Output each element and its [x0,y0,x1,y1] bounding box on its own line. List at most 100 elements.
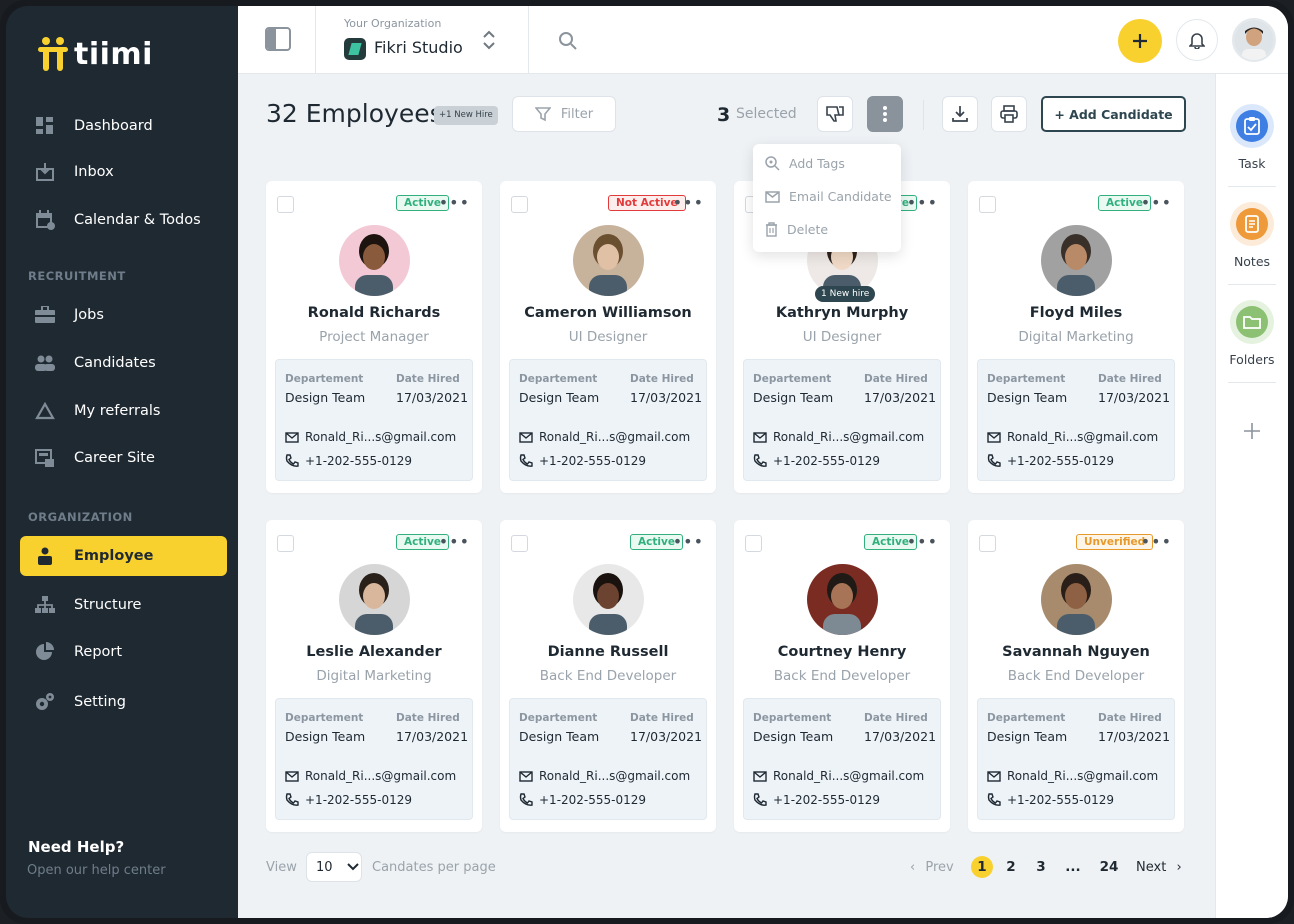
employee-name: Cameron Williamson [524,305,692,321]
mail-icon [519,431,533,443]
date-hired-label: Date Hired [396,373,460,385]
page-3[interactable]: 3 [1030,856,1052,878]
folder-icon [1236,306,1268,338]
page-24[interactable]: 24 [1098,856,1120,878]
menu-item-label: Add Tags [789,156,845,171]
divider [1228,186,1276,187]
trash-icon [766,222,777,237]
page-2[interactable]: 2 [1000,856,1022,878]
select-checkbox[interactable] [745,535,762,552]
phone-value: +1-202-555-0129 [539,793,647,807]
menu-item-email-candidate[interactable]: Email Candidate [765,189,892,204]
chevron-up-down-icon[interactable] [481,30,497,50]
card-more-icon[interactable]: ••• [673,532,704,551]
rail-label: Folders [1229,352,1275,367]
add-candidate-button[interactable]: + Add Candidate [1041,96,1186,132]
employee-card[interactable]: Active ••• Leslie Alexander Digital Marketi… [266,520,482,832]
sidebar-item-inbox[interactable]: Inbox [20,152,227,192]
department-value: Design Team [987,729,1068,744]
employee-name: Ronald Richards [307,305,441,321]
date-hired-value: 17/03/2021 [396,390,469,405]
sidebar-item-jobs[interactable]: Jobs [20,295,227,335]
help-center-link[interactable]: Open our help center [27,863,166,878]
phone-value: +1-202-555-0129 [539,454,647,468]
sidebar-item-dashboard[interactable]: Dashboard [20,106,227,146]
selected-label: Selected [736,106,797,122]
phone-row[interactable]: +1-202-555-0129 [285,793,412,807]
employee-info: Departement Date Hired Design Team 17/03/20… [743,698,941,820]
employee-card[interactable]: Unverified ••• Savannah Nguyen Back End Dev… [968,520,1184,832]
menu-item-delete[interactable]: Delete [765,222,828,237]
search-icon[interactable] [558,31,578,51]
phone-row[interactable]: +1-202-555-0129 [987,793,1114,807]
email-row[interactable]: Ronald_Ri...s@gmail.com [519,769,690,783]
rail-folders[interactable]: Folders [1216,300,1288,367]
email-row[interactable]: Ronald_Ri...s@gmail.com [285,430,456,444]
notification-button[interactable] [1176,19,1218,61]
date-hired-label: Date Hired [630,712,694,724]
sidebar-item-structure[interactable]: Structure [20,585,227,625]
sidebar-item-referrals[interactable]: My referrals [20,391,227,431]
card-more-icon[interactable]: ••• [439,532,470,551]
phone-row[interactable]: +1-202-555-0129 [285,454,412,468]
employee-card[interactable]: Active ••• Floyd Miles Digital Marketing Dep… [968,181,1184,493]
employee-card[interactable]: Active ••• Courtney Henry Back End Develope… [734,520,950,832]
sidebar-toggle-icon[interactable] [265,27,291,51]
select-checkbox[interactable] [511,535,528,552]
per-page-select[interactable]: 10 [306,852,362,882]
employee-card[interactable]: Active ••• Dianne Russell Back End Develope… [500,520,716,832]
org-name[interactable]: Fikri Studio [374,38,463,57]
user-avatar[interactable] [1232,18,1276,62]
prev-page-button[interactable]: ‹ Prev [910,860,954,875]
card-more-icon[interactable]: ••• [1141,193,1172,212]
department-value: Design Team [519,729,600,744]
phone-row[interactable]: +1-202-555-0129 [987,454,1114,468]
sidebar-item-employee[interactable]: Employee [20,536,227,576]
next-page-button[interactable]: Next › [1136,860,1182,875]
select-checkbox[interactable] [511,196,528,213]
employee-card[interactable]: Not Active ••• Cameron Williamson UI Design… [500,181,716,493]
rail-notes[interactable]: Notes [1216,202,1288,269]
sidebar-item-calendar[interactable]: Calendar & Todos [20,200,227,240]
more-actions-button[interactable] [867,96,903,132]
card-more-icon[interactable]: ••• [907,532,938,551]
sidebar-item-candidates[interactable]: Candidates [20,343,227,383]
email-row[interactable]: Ronald_Ri...s@gmail.com [753,430,924,444]
email-row[interactable]: Ronald_Ri...s@gmail.com [285,769,456,783]
phone-row[interactable]: +1-202-555-0129 [519,793,646,807]
page-1[interactable]: 1 [971,856,993,878]
card-more-icon[interactable]: ••• [673,193,704,212]
phone-row[interactable]: +1-202-555-0129 [753,793,880,807]
filter-button[interactable]: Filter [512,96,616,132]
phone-icon [753,793,767,806]
menu-item-add-tags[interactable]: Add Tags [765,156,845,171]
email-row[interactable]: Ronald_Ri...s@gmail.com [519,430,690,444]
select-checkbox[interactable] [979,196,996,213]
print-button[interactable] [991,96,1027,132]
phone-row[interactable]: +1-202-555-0129 [519,454,646,468]
sidebar-item-career-site[interactable]: Career Site [20,438,227,478]
email-row[interactable]: Ronald_Ri...s@gmail.com [987,430,1158,444]
dislike-button[interactable] [817,96,853,132]
card-more-icon[interactable]: ••• [439,193,470,212]
rail-add-icon[interactable] [1242,418,1262,448]
employee-photo [807,564,878,635]
select-checkbox[interactable] [277,196,294,213]
card-more-icon[interactable]: ••• [907,193,938,212]
employee-card[interactable]: Active ••• Ronald Richards Project Manager D… [266,181,482,493]
divider [528,6,529,74]
add-button[interactable] [1118,19,1162,63]
email-row[interactable]: Ronald_Ri...s@gmail.com [987,769,1158,783]
select-checkbox[interactable] [979,535,996,552]
email-row[interactable]: Ronald_Ri...s@gmail.com [753,769,924,783]
phone-row[interactable]: +1-202-555-0129 [753,454,880,468]
department-label: Departement [753,373,832,385]
sidebar-item-report[interactable]: Report [20,632,227,672]
logo[interactable]: tiimi [38,36,153,72]
new-hire-badge: +1 New Hire [434,106,498,125]
rail-task[interactable]: Task [1216,104,1288,171]
select-checkbox[interactable] [277,535,294,552]
card-more-icon[interactable]: ••• [1141,532,1172,551]
sidebar-item-setting[interactable]: Setting [20,682,227,722]
download-button[interactable] [942,96,978,132]
